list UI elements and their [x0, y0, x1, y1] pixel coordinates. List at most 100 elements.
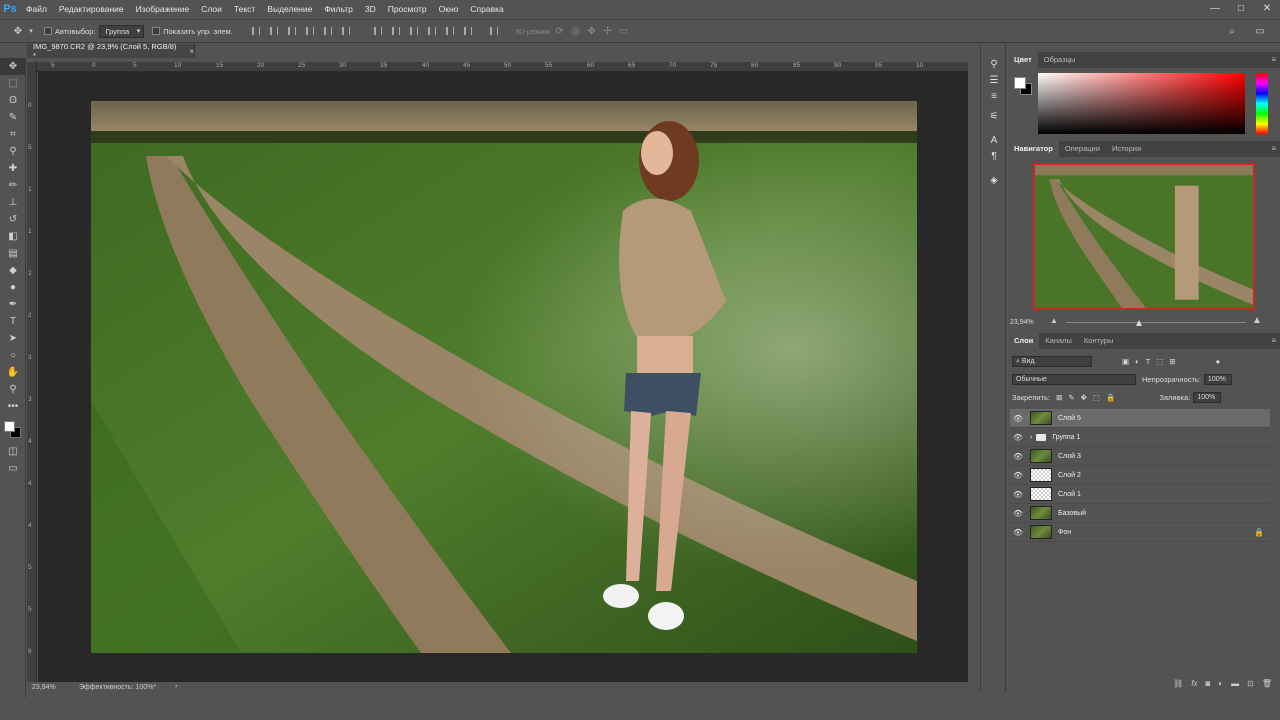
align-bottom-icon[interactable]: [285, 25, 299, 37]
eye-icon[interactable]: 👁: [1010, 471, 1026, 480]
align-right-icon[interactable]: [339, 25, 353, 37]
distribute-hcenter-icon[interactable]: [443, 25, 457, 37]
zoom-in-icon[interactable]: ▲: [1252, 315, 1262, 326]
type-tool-icon[interactable]: T: [0, 313, 26, 330]
move-tool-preset-icon[interactable]: ✥: [10, 23, 26, 39]
healing-brush-icon[interactable]: ✚: [0, 160, 26, 177]
status-zoom[interactable]: 23,94%: [32, 684, 56, 691]
screen-mode-icon[interactable]: ▭: [0, 460, 26, 477]
layer-name[interactable]: Слой 5: [1058, 415, 1081, 422]
clone-stamp-icon[interactable]: ⊥: [0, 194, 26, 211]
fill-input[interactable]: 100%: [1193, 392, 1222, 403]
layer-name[interactable]: Группа 1: [1052, 434, 1080, 441]
align-vcenter-icon[interactable]: [267, 25, 281, 37]
color-swatches[interactable]: [0, 415, 25, 443]
move-tool-icon[interactable]: ✥: [0, 58, 26, 75]
navigator-slider-knob[interactable]: [1136, 320, 1142, 326]
eye-icon[interactable]: 👁: [1010, 528, 1026, 537]
lock-artboard-icon[interactable]: ⬚: [1093, 393, 1100, 402]
menu-image[interactable]: Изображение: [130, 0, 196, 18]
panel-menu-icon[interactable]: ≡: [1271, 144, 1276, 153]
layer-row[interactable]: 👁 Фон 🔒: [1010, 523, 1270, 542]
menu-layers[interactable]: Слои: [195, 0, 228, 18]
folder-icon[interactable]: ▬: [1231, 679, 1239, 691]
adjustment-icon[interactable]: ◐: [1218, 679, 1223, 691]
eye-icon[interactable]: 👁: [1010, 414, 1026, 423]
menu-file[interactable]: Файл: [20, 0, 53, 18]
3d-orbit-icon[interactable]: ⟳: [552, 23, 568, 39]
align-top-icon[interactable]: [249, 25, 263, 37]
document-tab[interactable]: IMG_9870.CR2 @ 23,9% (Слой 5, RGB/8) * ×: [27, 42, 195, 60]
pen-tool-icon[interactable]: ✒: [0, 296, 26, 313]
mask-icon[interactable]: ◙: [1205, 679, 1210, 691]
layer-row[interactable]: 👁 Слой 1: [1010, 485, 1270, 504]
tab-actions[interactable]: Операции: [1059, 141, 1106, 157]
distribute-top-icon[interactable]: [371, 25, 385, 37]
layer-filter-dropdown[interactable]: ⌕ Вид: [1012, 356, 1092, 367]
align-hcenter-icon[interactable]: [321, 25, 335, 37]
eye-icon[interactable]: 👁: [1010, 490, 1026, 499]
adjustments-panel-icon[interactable]: ☰: [981, 72, 1007, 88]
eye-icon[interactable]: 👁: [1010, 433, 1026, 442]
3d-slide-icon[interactable]: ✢: [600, 23, 616, 39]
panel-menu-icon[interactable]: ≡: [1271, 55, 1276, 64]
lock-position-icon[interactable]: ✥: [1081, 393, 1087, 402]
menu-view[interactable]: Просмотр: [382, 0, 433, 18]
3d-panel-icon[interactable]: ◈: [981, 172, 1007, 188]
menu-3d[interactable]: 3D: [359, 0, 382, 18]
crop-tool-icon[interactable]: ⌗: [0, 126, 26, 143]
foreground-color-swatch[interactable]: [4, 421, 15, 432]
foreground-color-swatch[interactable]: [1014, 77, 1026, 89]
autoselect-checkbox[interactable]: Автовыбор:: [44, 27, 95, 36]
eye-icon[interactable]: 👁: [1010, 509, 1026, 518]
link-icon[interactable]: ⛓: [1173, 679, 1183, 691]
minimize-button[interactable]: —: [1202, 0, 1228, 18]
lock-transparent-icon[interactable]: ⊠: [1056, 393, 1062, 402]
menu-help[interactable]: Справка: [464, 0, 509, 18]
menu-filter[interactable]: Фильтр: [318, 0, 359, 18]
layer-name[interactable]: Слой 2: [1058, 472, 1081, 479]
eyedropper-tool-icon[interactable]: ⚲: [0, 143, 26, 160]
character-panel-icon[interactable]: A: [981, 132, 1007, 148]
tab-history[interactable]: История: [1106, 141, 1147, 157]
layer-name[interactable]: Базовый: [1058, 510, 1086, 517]
align-left-icon[interactable]: [303, 25, 317, 37]
menu-window[interactable]: Окно: [433, 0, 465, 18]
zoom-tool-icon[interactable]: ⚲: [0, 381, 26, 398]
3d-camera-icon[interactable]: ▭: [616, 23, 632, 39]
filter-pixel-icon[interactable]: ▣: [1122, 357, 1129, 366]
brush-tool-icon[interactable]: ✏: [0, 177, 26, 194]
history-panel-icon[interactable]: ⚲: [981, 56, 1007, 72]
blur-tool-icon[interactable]: ◆: [0, 262, 26, 279]
layer-name[interactable]: Фон: [1058, 529, 1071, 536]
shape-tool-icon[interactable]: ○: [0, 347, 26, 364]
ruler-horizontal[interactable]: 5 0 5 10 15 20 25 30 35 40 45 50 55 60 6…: [37, 62, 968, 72]
menu-edit[interactable]: Редактирование: [53, 0, 130, 18]
tab-channels[interactable]: Каналы: [1039, 333, 1078, 349]
paragraph-panel-icon[interactable]: ¶: [981, 148, 1007, 164]
new-layer-icon[interactable]: ⊡: [1247, 679, 1254, 691]
maximize-button[interactable]: □: [1228, 0, 1254, 18]
navigator-zoom-value[interactable]: 23,94%: [1010, 319, 1034, 326]
lock-pixels-icon[interactable]: ✎: [1068, 393, 1074, 402]
ruler-vertical[interactable]: 0 5 1 1 2 2 3 3 4 4 4 5 5 6: [27, 62, 37, 682]
filter-type-icon[interactable]: T: [1146, 357, 1151, 366]
quick-mask-icon[interactable]: ◫: [0, 443, 26, 460]
brush-panel-icon[interactable]: ⚟: [981, 108, 1007, 124]
hand-tool-icon[interactable]: ✋: [0, 364, 26, 381]
blend-mode-dropdown[interactable]: Обычные: [1012, 374, 1136, 385]
distribute-bottom-icon[interactable]: [407, 25, 421, 37]
zoom-out-icon[interactable]: ▲: [1050, 316, 1058, 325]
show-transform-checkbox[interactable]: Показать упр. элем.: [152, 27, 233, 36]
lasso-tool-icon[interactable]: ʘ: [0, 92, 26, 109]
marquee-tool-icon[interactable]: ⬚: [0, 75, 26, 92]
close-window-button[interactable]: ✕: [1254, 0, 1280, 18]
fx-icon[interactable]: fx: [1191, 679, 1197, 691]
layer-row[interactable]: 👁 Базовый: [1010, 504, 1270, 523]
hue-slider[interactable]: [1256, 73, 1268, 134]
dodge-tool-icon[interactable]: ●: [0, 279, 26, 296]
eye-icon[interactable]: 👁: [1010, 452, 1026, 461]
search-icon[interactable]: ⌕: [1224, 23, 1240, 39]
navigator-zoom-slider[interactable]: [1066, 322, 1246, 323]
gradient-tool-icon[interactable]: ▤: [0, 245, 26, 262]
